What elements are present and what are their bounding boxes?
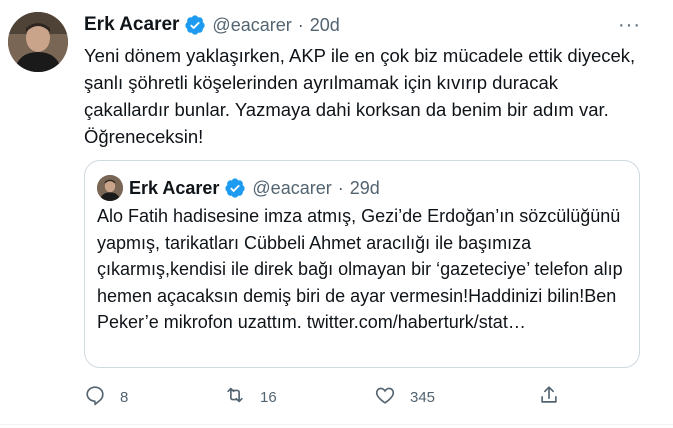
- retweet-count: 16: [260, 388, 277, 406]
- separator-dot: ·: [297, 14, 304, 35]
- quoted-avatar: [97, 175, 123, 201]
- retweet-icon: [224, 384, 246, 410]
- share-button[interactable]: [538, 384, 560, 410]
- reply-button[interactable]: 8: [84, 384, 128, 410]
- more-options-icon[interactable]: ···: [618, 14, 641, 37]
- quoted-tweet-text: Alo Fatih hadisesine imza atmış, Gezi’de…: [97, 206, 623, 332]
- author-handle[interactable]: @eacarer: [212, 15, 291, 36]
- divider: [0, 424, 673, 425]
- tweet-actions: 8 16 345: [84, 384, 564, 408]
- quoted-author-name: Erk Acarer: [129, 177, 220, 198]
- reply-count: 8: [120, 388, 129, 406]
- like-button[interactable]: 345: [374, 384, 435, 410]
- quoted-tweet-header: Erk Acarer @eacarer · 29d: [97, 175, 380, 201]
- quoted-tweet-time: 29d: [349, 177, 380, 198]
- reply-icon: [84, 384, 106, 410]
- tweet-time[interactable]: 20d: [310, 15, 340, 36]
- author-name[interactable]: Erk Acarer: [84, 14, 179, 36]
- tweet[interactable]: Erk Acarer @eacarer · 20d ··· Yeni dönem…: [0, 0, 673, 428]
- retweet-button[interactable]: 16: [224, 384, 277, 410]
- tweet-text: Yeni dönem yaklaşırken, AKP ile en çok b…: [84, 45, 636, 147]
- verified-badge-icon: [184, 14, 206, 36]
- quoted-tweet[interactable]: Erk Acarer @eacarer · 29d Alo Fatih hadi…: [84, 160, 640, 368]
- share-icon: [538, 384, 560, 410]
- tweet-header: Erk Acarer @eacarer · 20d: [84, 14, 340, 36]
- avatar[interactable]: [8, 12, 68, 72]
- quoted-verified-badge-icon: [224, 177, 246, 199]
- quoted-separator-dot: ·: [337, 177, 344, 198]
- heart-icon: [374, 384, 396, 410]
- quoted-author-handle: @eacarer: [252, 177, 332, 198]
- like-count: 345: [410, 388, 436, 406]
